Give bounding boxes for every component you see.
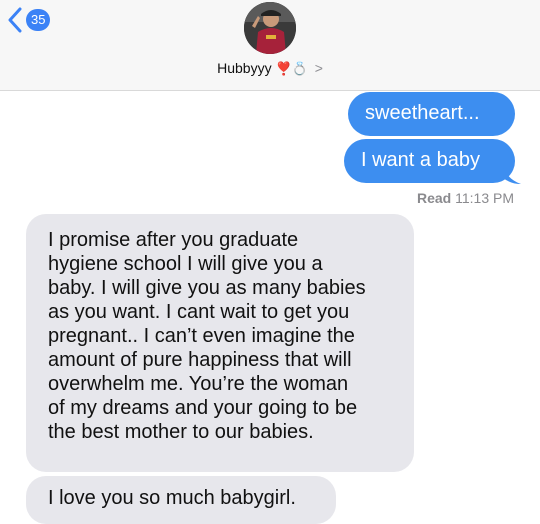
contact-emoji: ❣️💍 [275,61,308,76]
message-text: I love you so much babygirl. [48,487,296,509]
avatar-photo [244,2,296,54]
contact-name: Hubbyyy [217,60,272,76]
message-line: the best mother to our babies. [48,421,314,443]
read-label: Read [416,190,452,206]
chevron-left-icon [8,7,22,33]
read-receipt: Read 11:13 PM [417,190,514,206]
sent-message-bubble[interactable]: I want a baby [344,139,515,183]
contact-name-button[interactable]: Hubbyyy ❣️💍 > [0,60,540,77]
chevron-right-icon: > [314,60,323,76]
message-text: I want a baby [361,149,480,171]
conversation-header: 35 Hubbyyy ❣️💍 > [0,0,540,91]
received-message-bubble[interactable]: I love you so much babygirl. [26,476,336,524]
received-message-bubble[interactable]: I promise after you graduate hygiene sch… [26,214,414,472]
avatar[interactable] [244,2,296,54]
bubble-tail-icon [503,168,521,184]
message-line: overwhelm me. You’re the woman [48,373,349,395]
message-line: I promise after you graduate [48,229,299,251]
back-button[interactable]: 35 [8,6,51,34]
sent-message-bubble[interactable]: sweetheart... [348,92,515,136]
message-line: amount of pure happiness that will [48,349,352,371]
unread-count-badge: 35 [26,9,51,31]
message-line: pregnant.. I can’t even imagine the [48,325,355,347]
message-text: sweetheart... [365,102,480,124]
message-line: of my dreams and your going to be [48,397,358,419]
read-time: 11:13 PM [455,190,514,206]
message-line: hygiene school I will give you a [48,253,323,275]
message-line: as you want. I cant wait to get you [48,301,350,323]
message-line: baby. I will give you as many babies [48,277,366,299]
